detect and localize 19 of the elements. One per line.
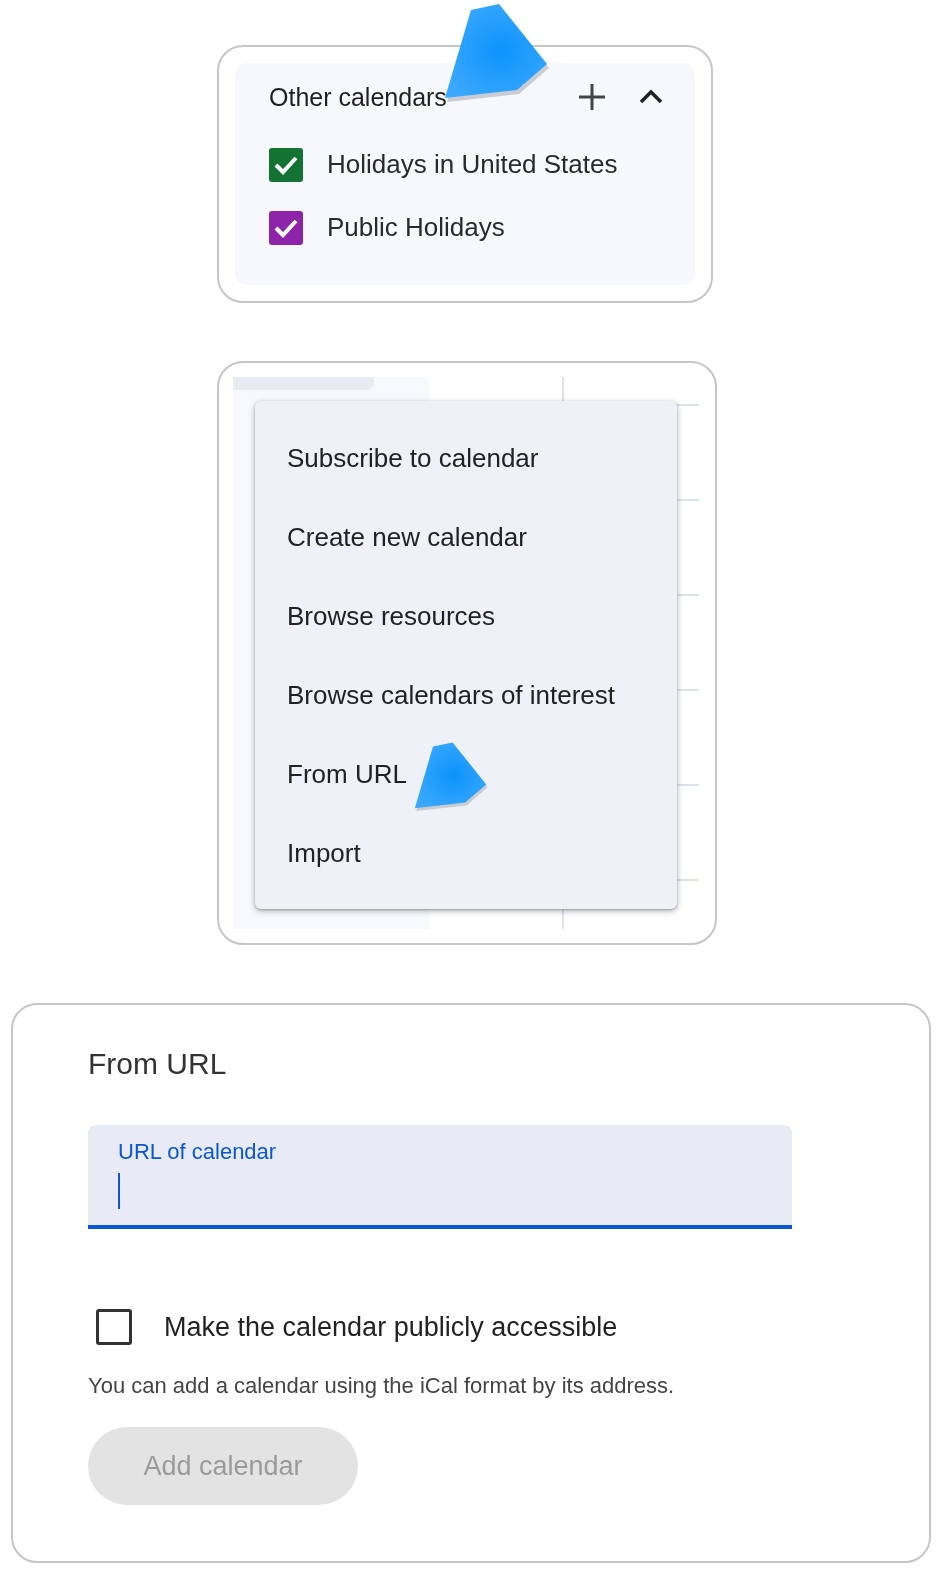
section-title: Other calendars: [269, 82, 448, 112]
menu-item[interactable]: From URL: [255, 735, 677, 814]
menu-item[interactable]: Browse calendars of interest: [255, 656, 677, 735]
public-checkbox[interactable]: [96, 1309, 132, 1345]
calendar-name: Public Holidays: [327, 212, 505, 243]
url-field[interactable]: URL of calendar: [88, 1125, 792, 1229]
menu-item[interactable]: Subscribe to calendar: [255, 419, 677, 498]
calendar-name: Holidays in United States: [327, 149, 618, 180]
section-title: From URL: [88, 1047, 227, 1081]
hint-text: You can add a calendar using the iCal format by its address.: [88, 1373, 675, 1399]
text-cursor: [118, 1173, 120, 1209]
pointer-icon: [412, 741, 489, 811]
add-icon[interactable]: [577, 82, 607, 112]
menu-item[interactable]: Create new calendar: [255, 498, 677, 577]
checkbox-label: Make the calendar publicly accessible: [164, 1311, 618, 1343]
menu-item[interactable]: Browse resources: [255, 577, 677, 656]
calendar-checkbox[interactable]: [269, 210, 303, 245]
menu-item[interactable]: Import: [255, 814, 677, 893]
calendar-checkbox[interactable]: [269, 147, 303, 182]
